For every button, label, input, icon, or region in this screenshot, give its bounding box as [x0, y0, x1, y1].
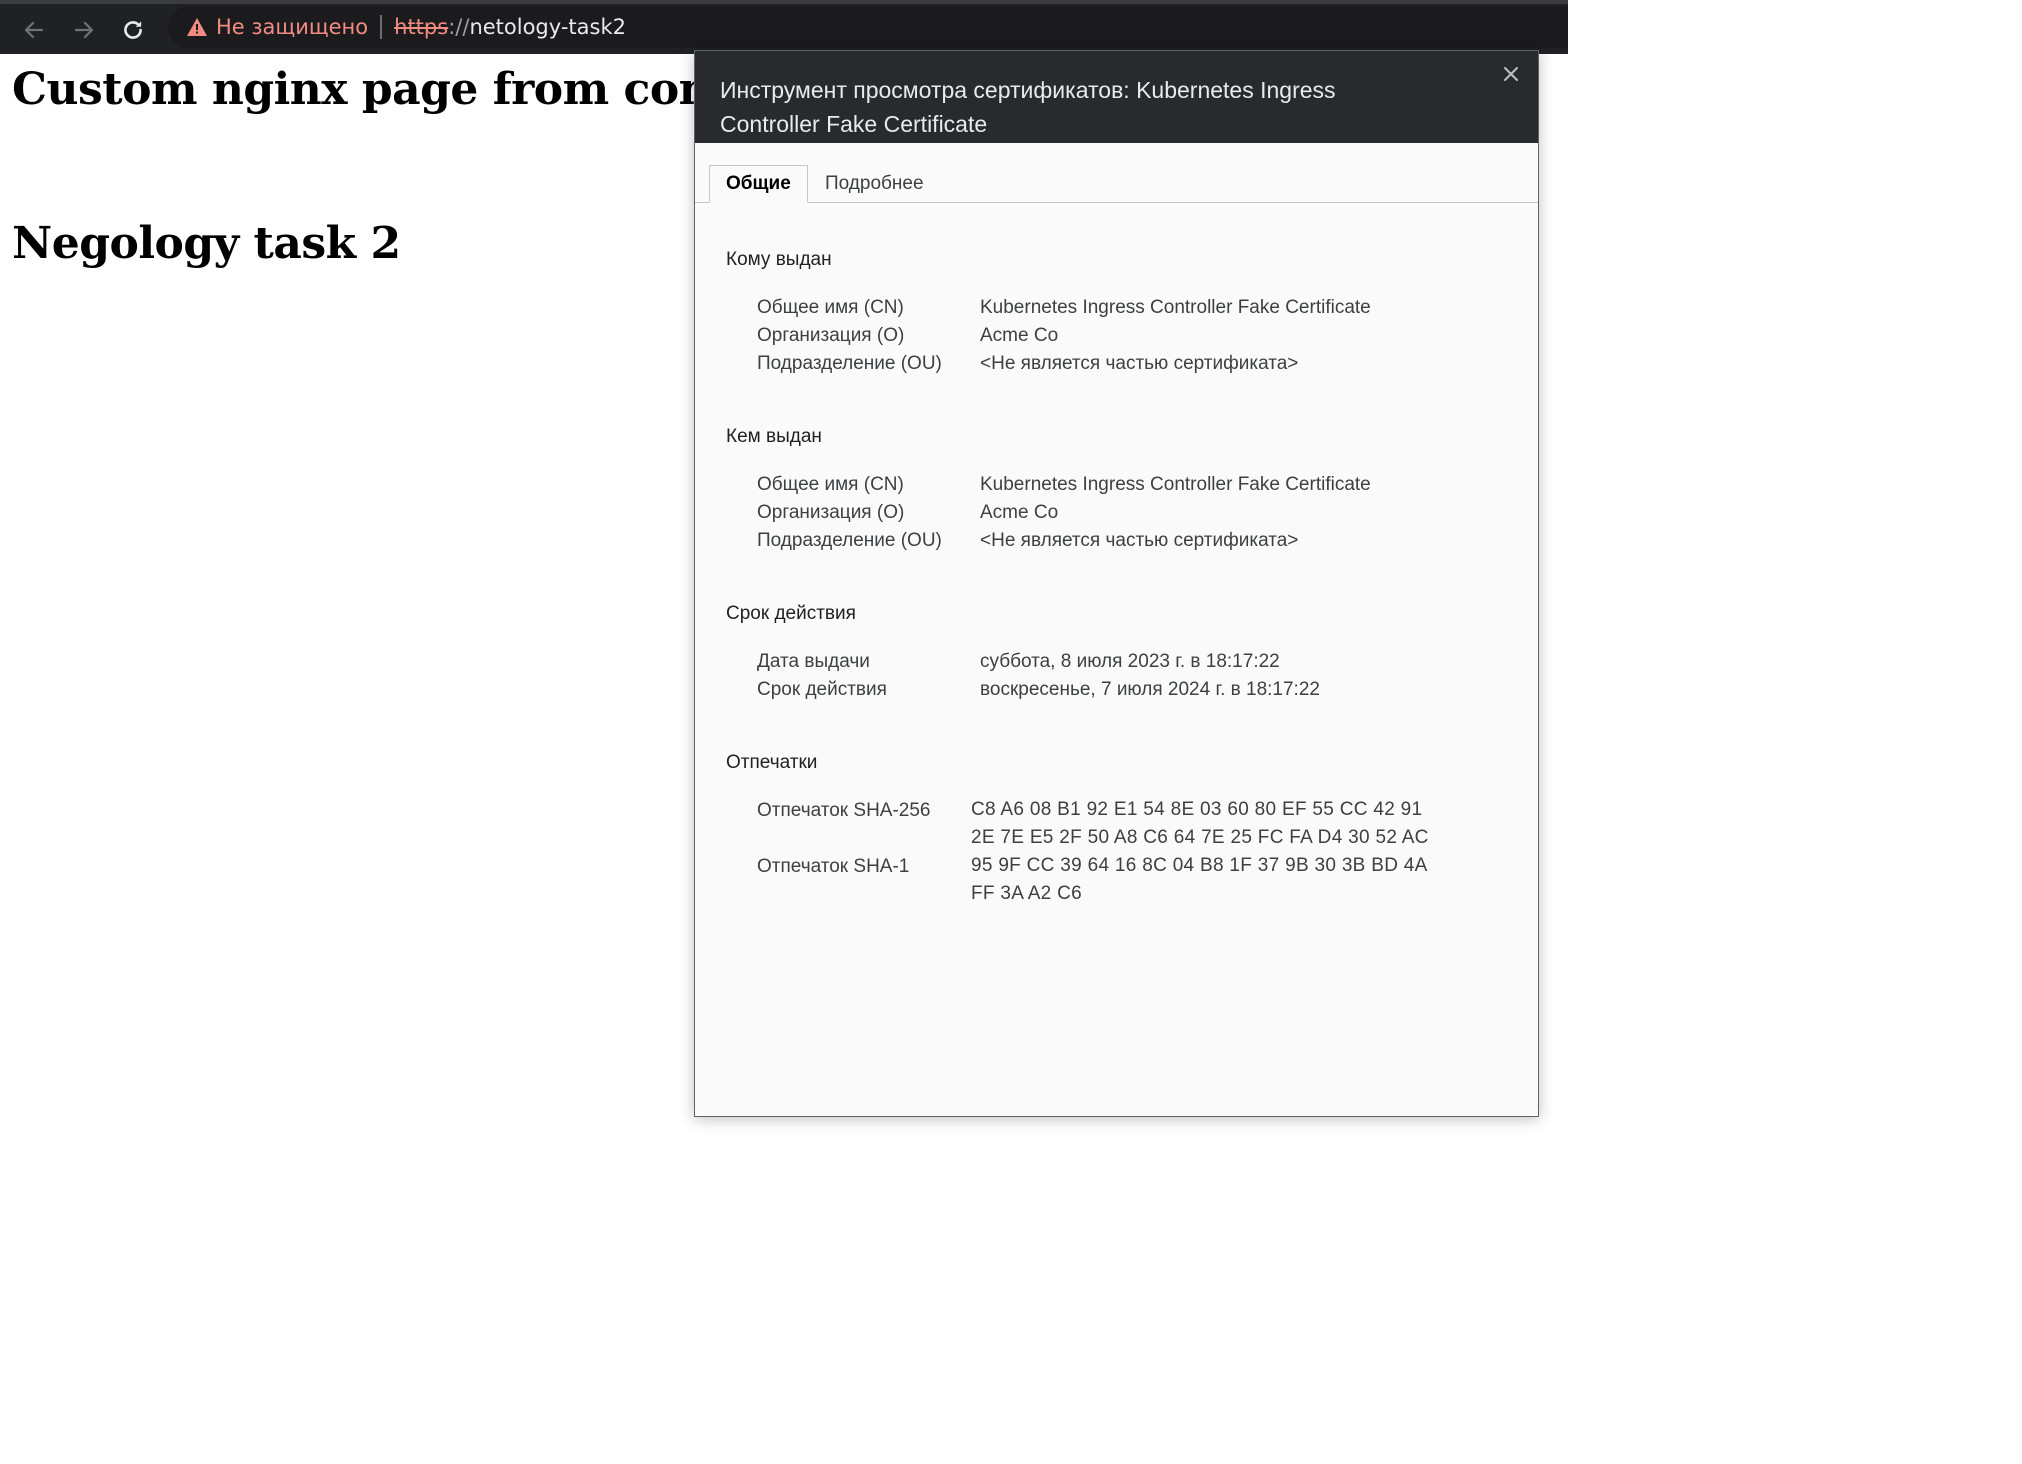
dialog-title: Инструмент просмотра сертификатов: Kuber… [720, 77, 1336, 137]
validity-issued-label: Дата выдачи [757, 651, 870, 672]
validity-issued-value: суббота, 8 июля 2023 г. в 18:17:22 [980, 651, 1280, 672]
arrow-right-icon [74, 21, 94, 39]
url-text[interactable]: https://netology-task2 [394, 15, 626, 39]
arrow-left-icon [24, 21, 44, 39]
validity-expires-label: Срок действия [757, 679, 887, 700]
issued-by-o-value: Acme Co [980, 502, 1059, 523]
close-button[interactable] [1498, 61, 1524, 87]
url-scheme: https [394, 15, 449, 39]
warning-icon[interactable] [186, 16, 208, 38]
certificate-viewer-dialog: Инструмент просмотра сертификатов: Kuber… [694, 50, 1539, 1117]
issued-by-cn-value: Kubernetes Ingress Controller Fake Certi… [980, 474, 1371, 495]
browser-toolbar: Не защищено https://netology-task2 [0, 0, 1568, 54]
omnibox-divider [380, 15, 383, 39]
url-slashes: :// [448, 15, 470, 39]
issued-to-cn-value: Kubernetes Ingress Controller Fake Certi… [980, 297, 1371, 318]
back-button[interactable] [16, 12, 52, 48]
reload-button[interactable] [115, 12, 151, 48]
tab-details[interactable]: Подробнее [809, 165, 940, 202]
section-issued-by-title: Кем выдан [726, 426, 822, 447]
section-issued-to-title: Кому выдан [726, 249, 832, 270]
tab-bar: Общие Подробнее [695, 143, 1538, 203]
sha1-value: 95 9F CC 39 64 16 8C 04 B8 1F 37 9B 30 3… [971, 855, 1427, 904]
forward-button[interactable] [66, 12, 102, 48]
issued-by-o-label: Организация (O) [757, 502, 905, 523]
page-heading-secondary: Negology task 2 [12, 218, 401, 269]
issued-by-ou-value: <Не является частью сертификата> [980, 530, 1299, 551]
tab-general[interactable]: Общие [709, 165, 808, 203]
security-status[interactable]: Не защищено [216, 15, 368, 39]
section-fingerprints-title: Отпечатки [726, 752, 818, 773]
issued-to-ou-label: Подразделение (OU) [757, 353, 942, 374]
issued-by-cn-label: Общее имя (CN) [757, 474, 904, 495]
issued-by-ou-label: Подразделение (OU) [757, 530, 942, 551]
url-host: netology-task2 [469, 15, 626, 39]
issued-to-o-label: Организация (O) [757, 325, 905, 346]
sha256-value: C8 A6 08 B1 92 E1 54 8E 03 60 80 EF 55 C… [971, 799, 1429, 848]
issued-to-cn-label: Общее имя (CN) [757, 297, 904, 318]
address-bar[interactable]: Не защищено https://netology-task2 [168, 6, 1568, 48]
sha256-label: Отпечаток SHA-256 [757, 800, 931, 821]
validity-expires-value: воскресенье, 7 июля 2024 г. в 18:17:22 [980, 679, 1320, 700]
close-icon [1504, 67, 1518, 81]
sha1-label: Отпечаток SHA-1 [757, 856, 910, 877]
issued-to-o-value: Acme Co [980, 325, 1059, 346]
reload-icon [124, 21, 142, 39]
issued-to-ou-value: <Не является частью сертификата> [980, 353, 1299, 374]
dialog-header: Инструмент просмотра сертификатов: Kuber… [695, 51, 1538, 143]
section-validity-title: Срок действия [726, 603, 856, 624]
